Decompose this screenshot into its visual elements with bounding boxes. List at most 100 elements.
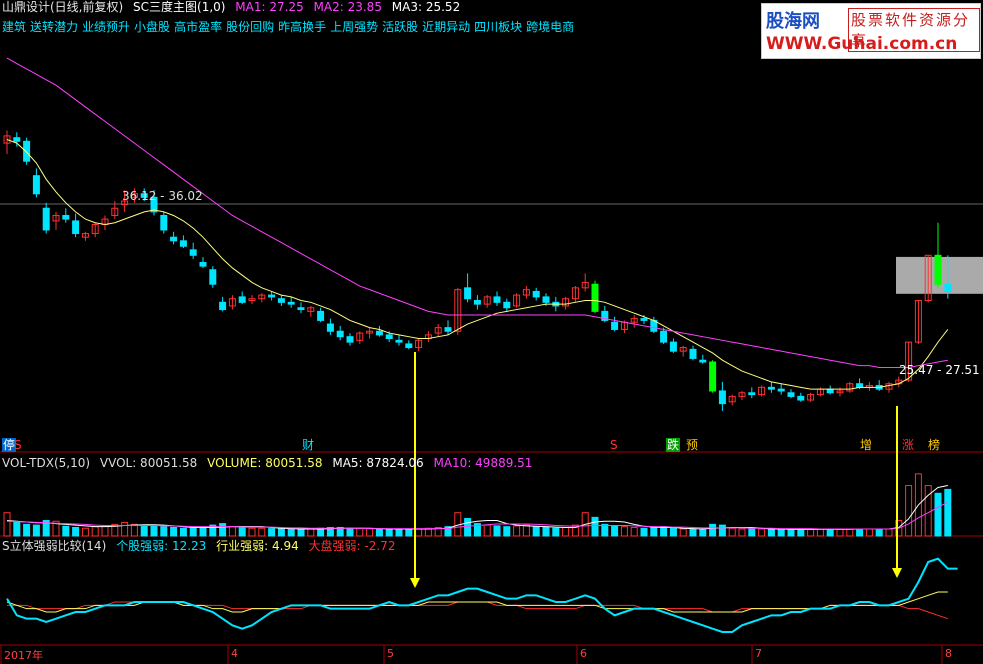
volume-bar (238, 526, 246, 537)
time-axis-label: 4 (231, 647, 238, 660)
candle-body (542, 296, 550, 303)
volume-bar (346, 527, 354, 537)
volume-bar (366, 528, 374, 537)
volume-bar (591, 516, 599, 537)
candle-body (591, 283, 599, 312)
candle-body (32, 175, 40, 195)
candle-body (503, 301, 511, 309)
candle-body (767, 386, 775, 390)
chart-canvas[interactable] (0, 0, 983, 664)
candle-body (13, 137, 21, 142)
ma1-value: MA1: 27.25 (235, 0, 304, 14)
ma-long-line (6, 57, 948, 368)
volume-bar (709, 523, 717, 537)
concept-tag[interactable]: 股份回购 (226, 20, 274, 34)
volume-bar (13, 521, 21, 537)
candle-body (395, 339, 403, 343)
candle-body (748, 392, 756, 396)
candle-body (856, 383, 864, 388)
volume-bar (611, 525, 619, 537)
volume-bar (268, 528, 276, 537)
time-axis-label: 8 (945, 647, 952, 660)
concept-tag[interactable]: 建筑 (2, 20, 26, 34)
volume-bar (620, 526, 628, 537)
concept-tag[interactable]: 上周强势 (330, 20, 378, 34)
ma3-value: MA3: 25.52 (391, 0, 461, 14)
high-annotation: 36.12 - 36.02 (122, 189, 203, 203)
logo-url: WWW.Guhai.com.cn (766, 34, 958, 54)
candle-body (444, 327, 452, 332)
volume-bar (375, 528, 383, 537)
ma2-value: MA2: 23.85 (313, 0, 382, 14)
stock-title: 山鼎设计(日线,前复权) (2, 0, 124, 14)
candle-body (493, 296, 501, 303)
concept-tag[interactable]: 送转潜力 (30, 20, 78, 34)
volume-bar (826, 528, 834, 537)
volume-bar (258, 527, 266, 537)
volume-bar (689, 528, 697, 537)
volume-bar (199, 526, 207, 537)
volume-bar (836, 528, 844, 537)
candle-body (709, 361, 717, 392)
candle-body (170, 236, 178, 242)
concept-tag[interactable]: 活跃股 (382, 20, 418, 34)
candle-body (718, 390, 726, 405)
concept-tag[interactable]: 小盘股 (134, 20, 170, 34)
volume-bar (758, 528, 766, 537)
volume-bar (865, 528, 873, 537)
candle-body (934, 254, 942, 285)
volume-bar (248, 527, 256, 537)
volume-bar (228, 526, 236, 537)
volume-bar (630, 526, 638, 537)
event-marker: 跌 (666, 438, 681, 452)
candle-body (473, 300, 481, 305)
volume-bar (679, 528, 687, 537)
volume-bar (503, 526, 511, 537)
volume-bar (816, 528, 824, 537)
concept-tag[interactable]: 业绩预升 (82, 20, 130, 34)
candle-body (669, 341, 677, 352)
candle-body (611, 321, 619, 330)
volume-bar (72, 526, 80, 537)
volume-bar (121, 521, 129, 537)
time-axis-label: 6 (580, 647, 587, 660)
candle-body (699, 359, 707, 363)
volume-bar (513, 525, 521, 537)
concept-tag[interactable]: 近期异动 (422, 20, 470, 34)
event-marker: S (14, 438, 22, 452)
volume-bar (356, 527, 364, 537)
volume-bar (23, 523, 31, 537)
candle-body (385, 334, 393, 339)
ma-short-line (6, 139, 949, 390)
concept-tag[interactable]: 昨高换手 (278, 20, 326, 34)
volume-bar (669, 527, 677, 537)
event-marker: 榜 (928, 438, 941, 452)
volume-panel-header: VOL-TDX(5,10) VVOL: 80051.58 VOLUME: 800… (2, 456, 532, 470)
concept-tag[interactable]: 四川板块 (474, 20, 522, 34)
concept-tag[interactable]: 高市盈率 (174, 20, 222, 34)
event-marker: 预 (686, 438, 699, 452)
volume-bar (562, 526, 570, 537)
candle-body (277, 298, 285, 303)
candle-body (287, 301, 295, 305)
volume-bar (934, 492, 942, 537)
volume-bar (160, 526, 168, 537)
volume-bar (3, 512, 11, 537)
candle-body (346, 336, 354, 343)
volume-bar (767, 528, 775, 537)
volume-bar (846, 528, 854, 537)
volume-bar (797, 529, 805, 537)
concept-tag[interactable]: 跨境电商 (526, 20, 574, 34)
volume-bar (493, 525, 501, 537)
volume-bar (32, 524, 40, 537)
candle-body (944, 283, 952, 292)
volume-bar (552, 527, 560, 537)
candle-body (317, 310, 325, 321)
volume-bar (875, 528, 883, 537)
candle-body (297, 307, 305, 311)
stock-strength-line (6, 557, 958, 633)
candle-body (268, 294, 276, 298)
event-marker: 增 (860, 438, 873, 452)
volume-bar (287, 528, 295, 537)
candle-body (42, 207, 50, 231)
